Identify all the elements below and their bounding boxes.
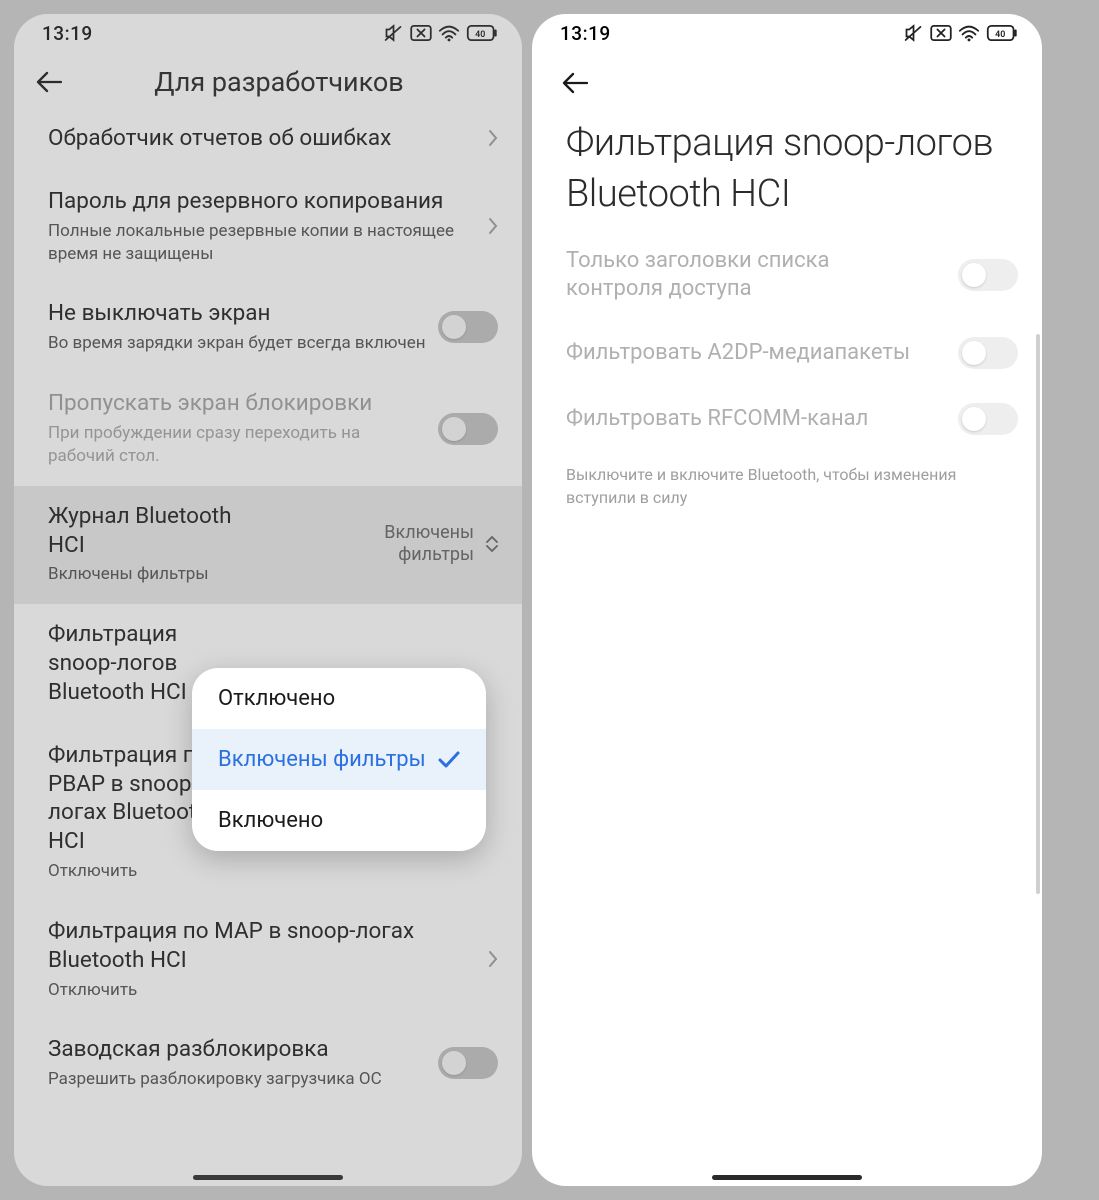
row-label: Только заголовки списка контроля доступа [566,247,866,303]
row-subtitle: Включены фильтры [48,563,322,586]
row-map-filter[interactable]: Фильтрация по MAP в snoop-логах Bluetoot… [14,901,522,1020]
popup-option-label: Включены фильтры [218,747,426,772]
keyboard-dismiss-icon [410,25,432,41]
row-label: Фильтрация по MAP в snoop-логах Bluetoot… [48,917,476,975]
row-subtitle: При пробуждении сразу переходить на рабо… [48,422,426,468]
back-button[interactable] [560,68,590,98]
svg-text:40: 40 [475,30,485,40]
header-title: Для разработчиков [52,66,506,98]
row-oem-unlock[interactable]: Заводская разблокировка Разрешить разбло… [14,1019,522,1109]
scroll-indicator [1036,334,1040,894]
row-label: Не выключать экран [48,299,426,328]
status-time: 13:19 [42,22,93,45]
row-bluetooth-hci-log[interactable]: Журнал Bluetooth HCI Включены фильтры Вк… [14,486,522,605]
popup-option-label: Включено [218,808,323,833]
svg-text:40: 40 [995,30,1005,40]
status-bar: 13:19 40 [532,14,1042,52]
toggle-stay-awake[interactable] [438,311,498,343]
row-subtitle: Во время зарядки экран будет всегда вклю… [48,332,426,355]
mute-icon [903,24,924,42]
status-icons: 40 [383,24,498,42]
row-label: Журнал Bluetooth HCI [48,502,268,560]
row-subtitle: Разрешить разблокировку загрузчика ОС [48,1068,426,1091]
row-backup-password[interactable]: Пароль для резервного копирования Полные… [14,171,522,284]
wifi-icon [438,25,460,42]
header: Для разработчиков [14,52,522,108]
row-acl-headers-only[interactable]: Только заголовки списка контроля доступа [532,231,1042,321]
popup-option-disabled[interactable]: Отключено [192,668,486,729]
popup-option-filters-enabled[interactable]: Включены фильтры [192,729,486,790]
row-label: Фильтровать A2DP-медиапакеты [566,339,946,367]
row-stay-awake[interactable]: Не выключать экран Во время зарядки экра… [14,283,522,373]
popup-option-label: Отключено [218,686,335,711]
settings-list: Только заголовки списка контроля доступа… [532,231,1042,1186]
nav-handle[interactable] [193,1175,343,1180]
wifi-icon [958,25,980,42]
toggle-a2dp[interactable] [958,337,1018,369]
row-label: Пароль для резервного копирования [48,187,476,216]
check-icon [438,751,460,769]
phone-left: 13:19 40 Для разработчиков Обработчик от… [14,14,522,1186]
row-value: Включены фильтры [334,522,474,567]
row-bug-report-handler[interactable]: Обработчик отчетов об ошибках [14,108,522,171]
page-title: Фильтрация snoop-логов Bluetooth HCI [532,106,1042,231]
row-skip-lockscreen: Пропускать экран блокировки При пробужде… [14,373,522,486]
phone-right: 13:19 40 Фильтрация snoop-логов Bluetoot… [532,14,1042,1186]
popup-menu: Отключено Включены фильтры Включено [192,668,486,851]
back-arrow-icon [562,72,588,94]
status-bar: 13:19 40 [14,14,522,52]
mute-icon [383,24,404,42]
updown-icon [486,535,498,553]
toggle-oem-unlock[interactable] [438,1047,498,1079]
battery-icon: 40 [466,25,498,41]
keyboard-dismiss-icon [930,25,952,41]
row-label: Заводская разблокировка [48,1035,426,1064]
settings-list: Обработчик отчетов об ошибках Пароль для… [14,108,522,1186]
toggle-skip-lockscreen [438,413,498,445]
status-time: 13:19 [560,22,611,45]
status-icons: 40 [903,24,1018,42]
row-subtitle: Отключить [48,860,498,883]
row-label: Пропускать экран блокировки [48,389,426,418]
row-label: Обработчик отчетов об ошибках [48,124,476,153]
battery-icon: 40 [986,25,1018,41]
chevron-right-icon [488,217,498,235]
row-subtitle: Отключить [48,979,476,1002]
header [532,52,1042,106]
chevron-right-icon [488,950,498,968]
row-filter-a2dp[interactable]: Фильтровать A2DP-медиапакеты [532,321,1042,387]
toggle-acl[interactable] [958,259,1018,291]
row-filter-rfcomm[interactable]: Фильтровать RFCOMM-канал [532,387,1042,453]
popup-option-enabled[interactable]: Включено [192,790,486,851]
hint-text: Выключите и включите Bluetooth, чтобы из… [532,453,1042,519]
row-subtitle: Полные локальные резервные копии в насто… [48,220,476,266]
toggle-rfcomm[interactable] [958,403,1018,435]
nav-handle[interactable] [712,1175,862,1180]
row-label: Фильтровать RFCOMM-канал [566,405,946,433]
chevron-right-icon [488,129,498,147]
